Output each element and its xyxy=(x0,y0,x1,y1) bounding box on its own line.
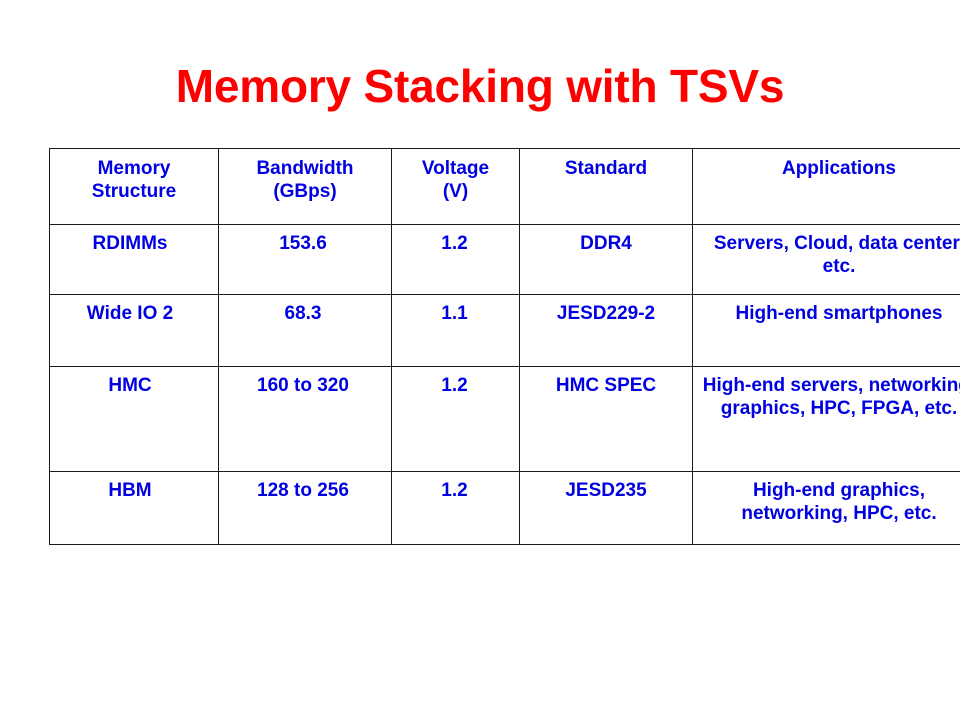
cell-applications: Servers, Cloud, data center, etc. xyxy=(692,224,960,295)
header-voltage-line1: Voltage xyxy=(421,158,490,179)
cell-bandwidth: 153.6 xyxy=(218,224,392,295)
header-memory-structure-line1: Memory xyxy=(97,158,171,179)
slide-canvas: Memory Stacking with TSVs Memory Structu… xyxy=(0,0,960,720)
column-header-bandwidth: Bandwidth (GBps) xyxy=(218,148,392,225)
cell-applications: High-end servers, networking, graphics, … xyxy=(692,366,960,472)
memory-comparison-table: Memory Structure Bandwidth (GBps) Voltag… xyxy=(49,148,960,545)
column-header-voltage: Voltage (V) xyxy=(391,148,520,225)
table-row: RDIMMs 153.6 1.2 DDR4 Servers, Cloud, da… xyxy=(49,224,960,295)
cell-voltage: 1.1 xyxy=(391,294,520,367)
cell-standard: DDR4 xyxy=(519,224,693,295)
table-header-row: Memory Structure Bandwidth (GBps) Voltag… xyxy=(49,148,960,225)
cell-voltage: 1.2 xyxy=(391,366,520,472)
header-bandwidth-line2: (GBps) xyxy=(273,181,337,203)
header-memory-structure-line2: Structure xyxy=(91,181,177,203)
cell-memory-structure: RDIMMs xyxy=(49,224,219,295)
page-title: Memory Stacking with TSVs xyxy=(175,60,785,112)
table-row: HMC 160 to 320 1.2 HMC SPEC High-end ser… xyxy=(49,366,960,472)
column-header-applications: Applications xyxy=(692,148,960,225)
cell-memory-structure: Wide IO 2 xyxy=(49,294,219,367)
cell-bandwidth: 160 to 320 xyxy=(218,366,392,472)
cell-bandwidth: 128 to 256 xyxy=(218,471,392,545)
cell-memory-structure: HMC xyxy=(49,366,219,472)
table-row: HBM 128 to 256 1.2 JESD235 High-end grap… xyxy=(49,471,960,545)
table-row: Wide IO 2 68.3 1.1 JESD229-2 High-end sm… xyxy=(49,294,960,367)
header-voltage-line2: (V) xyxy=(442,181,469,203)
cell-standard: JESD235 xyxy=(519,471,693,545)
column-header-memory-structure: Memory Structure xyxy=(49,148,219,225)
cell-memory-structure: HBM xyxy=(49,471,219,545)
cell-applications: High-end smartphones xyxy=(692,294,960,367)
cell-bandwidth: 68.3 xyxy=(218,294,392,367)
cell-standard: HMC SPEC xyxy=(519,366,693,472)
cell-standard: JESD229-2 xyxy=(519,294,693,367)
column-header-standard: Standard xyxy=(519,148,693,225)
memory-comparison-table-wrapper: Memory Structure Bandwidth (GBps) Voltag… xyxy=(49,148,960,545)
cell-voltage: 1.2 xyxy=(391,471,520,545)
header-bandwidth-line1: Bandwidth xyxy=(256,158,354,179)
cell-voltage: 1.2 xyxy=(391,224,520,295)
cell-applications: High-end graphics, networking, HPC, etc. xyxy=(692,471,960,545)
